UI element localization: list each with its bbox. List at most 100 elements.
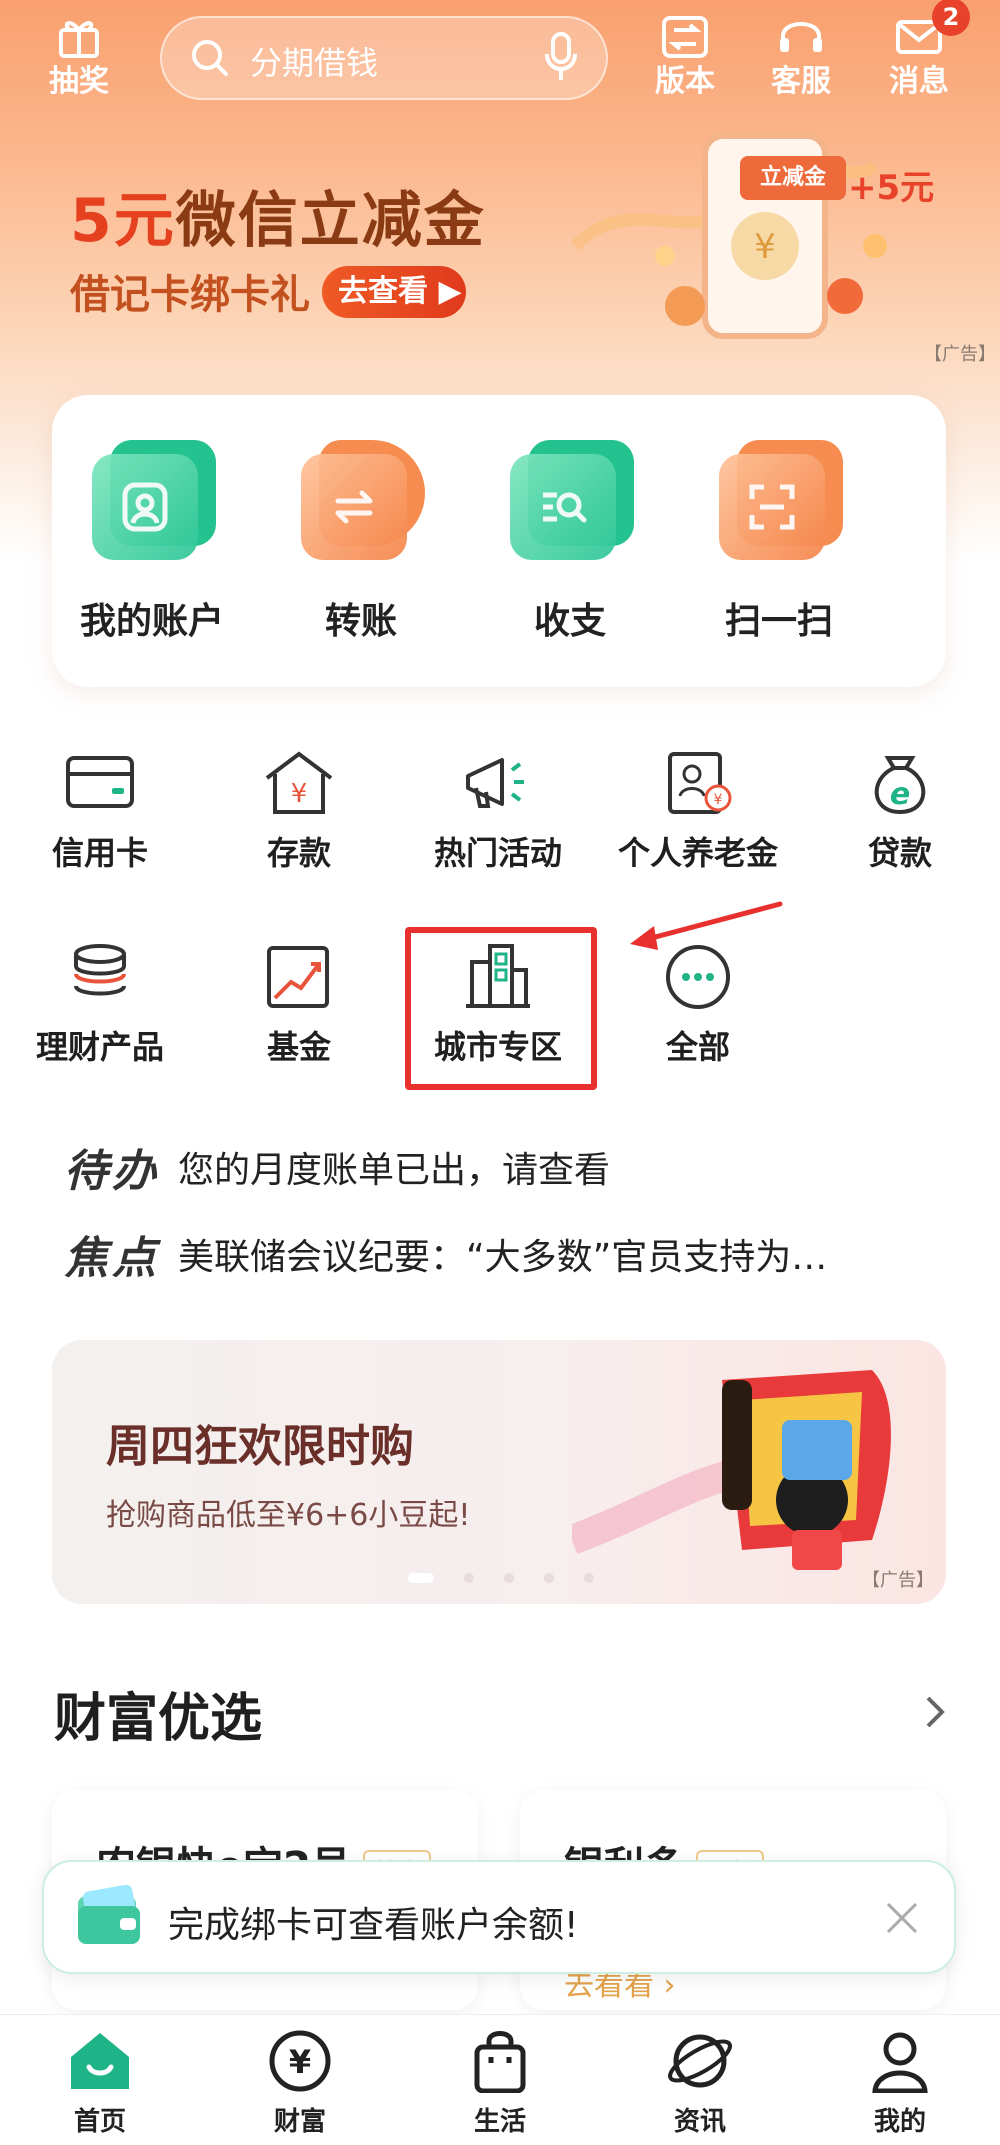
account-icon xyxy=(92,454,198,560)
message-label: 消息 xyxy=(889,64,949,99)
pension-icon: ¥ xyxy=(668,752,732,814)
quick-actions-card: 我的账户 转账 收支 扫一扫 xyxy=(52,395,946,687)
service-fund[interactable]: 基金 xyxy=(209,942,389,1068)
service-label: 基金 xyxy=(266,1028,331,1066)
scan-icon xyxy=(719,454,825,560)
toast-text: 完成绑卡可查看账户余额! xyxy=(168,1905,579,1946)
microphone-icon[interactable] xyxy=(544,32,578,82)
planet-icon xyxy=(668,2034,732,2088)
customer-service-button[interactable]: 客服 xyxy=(756,0,846,110)
triangle-right-icon: ▶ xyxy=(438,274,462,309)
svg-text:¥: ¥ xyxy=(289,2043,311,2081)
todo-notice[interactable]: 待办 您的月度账单已出，请查看 xyxy=(64,1135,610,1199)
quick-action-label: 转账 xyxy=(324,601,397,642)
fund-icon xyxy=(267,946,329,1008)
message-badge: 2 xyxy=(932,0,970,36)
flash-sale-subtitle: 抢购商品低至¥6+6小豆起! xyxy=(106,1498,471,1533)
ad-tag: 【广告】 xyxy=(924,344,996,365)
service-personal-pension[interactable]: ¥ 个人养老金 xyxy=(608,748,788,874)
transfer-icon xyxy=(301,454,407,560)
service-label: 热门活动 xyxy=(433,834,562,872)
quick-action-transfer[interactable]: 转账 xyxy=(271,440,451,644)
tab-wealth[interactable]: ¥ 财富 xyxy=(230,2029,370,2138)
service-all[interactable]: 全部 xyxy=(608,942,788,1068)
flash-sale-banner[interactable]: 周四狂欢限时购 抢购商品低至¥6+6小豆起! 【广告】 xyxy=(52,1340,946,1604)
megaphone-icon xyxy=(466,758,524,808)
headset-icon xyxy=(780,22,822,52)
close-icon[interactable] xyxy=(884,1900,920,1936)
carousel-dots xyxy=(408,1568,624,1587)
version-label: 版本 xyxy=(655,64,715,99)
version-button[interactable]: 版本 xyxy=(640,0,730,110)
tab-label: 资讯 xyxy=(673,2107,726,2137)
bind-card-toast[interactable]: 完成绑卡可查看账户余额! xyxy=(42,1860,956,1974)
todo-tag: 待办 xyxy=(64,1146,160,1197)
promo-subtitle: 借记卡绑卡礼 xyxy=(70,272,310,318)
promo-view-button[interactable]: 去查看 ▶ xyxy=(322,266,466,318)
quick-action-income-expense[interactable]: 收支 xyxy=(480,440,660,644)
quick-action-label: 收支 xyxy=(533,601,606,642)
gift-icon xyxy=(59,21,99,58)
tab-label: 首页 xyxy=(73,2107,126,2137)
quick-action-label: 我的账户 xyxy=(79,601,224,642)
message-button[interactable]: 消息 2 xyxy=(874,0,970,110)
tab-label: 生活 xyxy=(473,2107,526,2137)
search-icon xyxy=(192,40,228,76)
svg-text:¥: ¥ xyxy=(714,792,723,808)
loan-icon: e xyxy=(874,756,926,815)
wallet-icon xyxy=(78,1884,140,1944)
tab-life[interactable]: 生活 xyxy=(430,2029,570,2138)
service-label: 个人养老金 xyxy=(617,834,778,872)
promo-illustration: ¥ xyxy=(570,133,887,339)
tab-label: 我的 xyxy=(873,2107,926,2137)
svg-text:e: e xyxy=(890,777,910,812)
credit-card-icon xyxy=(66,756,134,808)
service-label: 理财产品 xyxy=(35,1028,164,1066)
section-title-wealth: 财富优选 xyxy=(54,1689,263,1749)
quick-action-scan[interactable]: 扫一扫 xyxy=(689,440,869,644)
focus-notice[interactable]: 焦点 美联储会议纪要：“大多数”官员支持为… xyxy=(64,1222,827,1286)
service-loan[interactable]: e 贷款 xyxy=(810,748,990,874)
shopping-bag-icon xyxy=(474,2031,526,2093)
quick-action-my-account[interactable]: 我的账户 xyxy=(62,440,242,644)
service-credit-card[interactable]: 信用卡 xyxy=(10,748,190,874)
lottery-label: 抽奖 xyxy=(49,64,109,99)
service-label: 信用卡 xyxy=(51,834,148,872)
flash-sale-title: 周四狂欢限时购 xyxy=(106,1421,414,1472)
promo-coupon-badge: 立减金 xyxy=(740,156,846,200)
focus-tag: 焦点 xyxy=(64,1233,160,1284)
lottery-button[interactable]: 抽奖 xyxy=(34,0,124,110)
focus-text: 美联储会议纪要：“大多数”官员支持为… xyxy=(178,1237,828,1278)
bottom-tab-bar: 首页 ¥ 财富 生活 资讯 我的 xyxy=(0,2014,1000,2145)
income-expense-icon xyxy=(510,454,616,560)
flash-sale-illustration xyxy=(572,1370,891,1570)
svg-text:¥: ¥ xyxy=(754,227,776,267)
promo-bonus: +5元 xyxy=(848,168,935,208)
service-label: 存款 xyxy=(266,834,331,872)
person-icon xyxy=(872,2032,928,2093)
arrow-annotation-icon xyxy=(630,901,783,950)
wealth-product-icon xyxy=(74,944,126,996)
search-placeholder: 分期借钱 xyxy=(250,44,379,82)
version-switch-icon xyxy=(662,16,708,58)
tab-mine[interactable]: 我的 xyxy=(830,2029,970,2138)
svg-text:¥: ¥ xyxy=(291,779,308,809)
service-wealth-products[interactable]: 理财产品 xyxy=(10,942,190,1068)
chevron-right-icon[interactable] xyxy=(920,1692,950,1732)
service-deposit[interactable]: ¥ 存款 xyxy=(209,748,389,874)
service-label: 客服 xyxy=(771,64,831,99)
highlight-box xyxy=(405,927,597,1090)
yuan-icon: ¥ xyxy=(269,2030,331,2092)
tab-news[interactable]: 资讯 xyxy=(630,2029,770,2138)
home-icon xyxy=(71,2033,129,2089)
tab-home[interactable]: 首页 xyxy=(30,2029,170,2138)
deposit-icon: ¥ xyxy=(265,751,333,814)
service-label: 全部 xyxy=(665,1028,730,1066)
service-hot-activities[interactable]: 热门活动 xyxy=(408,748,588,874)
service-label: 贷款 xyxy=(867,834,932,872)
ad-tag: 【广告】 xyxy=(862,1570,934,1591)
search-bar[interactable]: 分期借钱 xyxy=(160,16,608,100)
tab-label: 财富 xyxy=(273,2107,326,2137)
todo-text: 您的月度账单已出，请查看 xyxy=(178,1150,611,1191)
quick-action-label: 扫一扫 xyxy=(724,601,833,642)
